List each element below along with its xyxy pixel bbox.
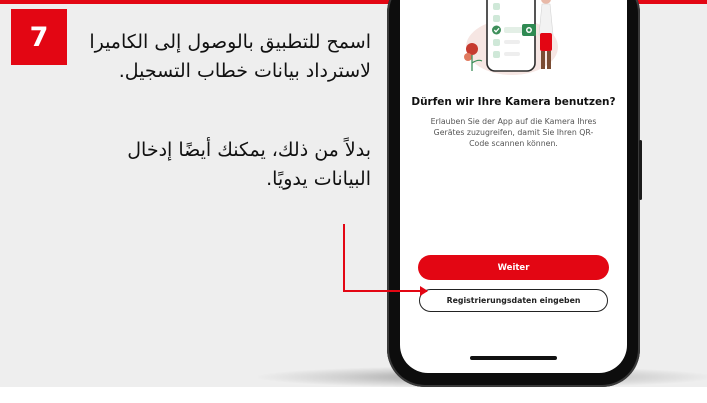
camera-permission-description: Erlauben Sie der App auf die Kamera Ihre… [430,117,597,148]
phone-screen: Dürfen wir Ihre Kamera benutzen? Erlaube… [400,0,627,373]
home-indicator [470,356,557,360]
phone-side-button [639,140,642,200]
enter-registration-data-button[interactable]: Registrierungsdaten eingeben [419,289,608,312]
smartphone-frame: Dürfen wir Ihre Kamera benutzen? Erlaube… [387,0,640,387]
instruction-text-camera: اسمح للتطبيق بالوصول إلى الكاميرا لاسترد… [89,31,371,82]
step-number-badge: 7 [11,9,67,65]
instruction-text-manual: بدلاً من ذلك، يمكنك أيضًا إدخال البيانات… [127,139,371,190]
continue-button[interactable]: Weiter [418,255,609,280]
camera-permission-title: Dürfen wir Ihre Kamera benutzen? [411,96,616,108]
smartphone-illustration [464,0,558,75]
checkmark-icon [492,25,501,35]
